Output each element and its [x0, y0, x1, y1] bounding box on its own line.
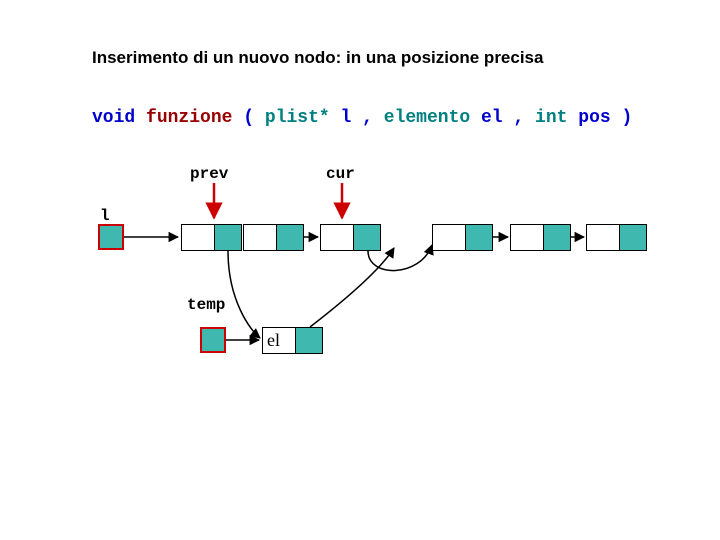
- head-l: [98, 224, 124, 250]
- type-plist: plist*: [265, 108, 330, 128]
- node-new-ptr: [296, 327, 323, 354]
- node-3: [432, 224, 493, 251]
- head-temp: [200, 327, 226, 353]
- param-el: el: [481, 108, 503, 128]
- param-l: l: [341, 108, 352, 128]
- label-l: l: [100, 207, 110, 225]
- paren-open: (: [243, 108, 254, 128]
- node-2-data: [320, 224, 354, 251]
- node-3-data: [432, 224, 466, 251]
- function-signature: void funzione ( plist* l , elemento el ,…: [92, 108, 632, 128]
- node-4-ptr: [544, 224, 571, 251]
- node-4-data: [510, 224, 544, 251]
- node-3-ptr: [466, 224, 493, 251]
- node-5: [586, 224, 647, 251]
- node-0-ptr: [215, 224, 242, 251]
- node-4: [510, 224, 571, 251]
- label-el-inside: el: [263, 327, 297, 354]
- node-0: [181, 224, 242, 251]
- node-2: [320, 224, 381, 251]
- node-0-data: [181, 224, 215, 251]
- type-elemento: elemento: [384, 108, 470, 128]
- node-1-data: [243, 224, 277, 251]
- arrow-prev-to-new: [228, 251, 260, 338]
- label-cur: cur: [326, 165, 355, 183]
- label-temp: temp: [187, 296, 225, 314]
- param-pos: pos: [578, 108, 610, 128]
- kw-void: void: [92, 108, 135, 128]
- diagram-title: Inserimento di un nuovo nodo: in una pos…: [92, 48, 543, 68]
- node-1: [243, 224, 304, 251]
- node-1-ptr: [277, 224, 304, 251]
- node-5-ptr: [620, 224, 647, 251]
- comma-1: ,: [362, 108, 373, 128]
- node-5-data: [586, 224, 620, 251]
- arrow-new-to-cur: [310, 248, 394, 327]
- paren-close: ): [621, 108, 632, 128]
- fn-name: funzione: [146, 108, 232, 128]
- arrows-overlay: [0, 0, 720, 540]
- node-2-ptr: [354, 224, 381, 251]
- comma-2: ,: [513, 108, 524, 128]
- label-prev: prev: [190, 165, 228, 183]
- type-int: int: [535, 108, 567, 128]
